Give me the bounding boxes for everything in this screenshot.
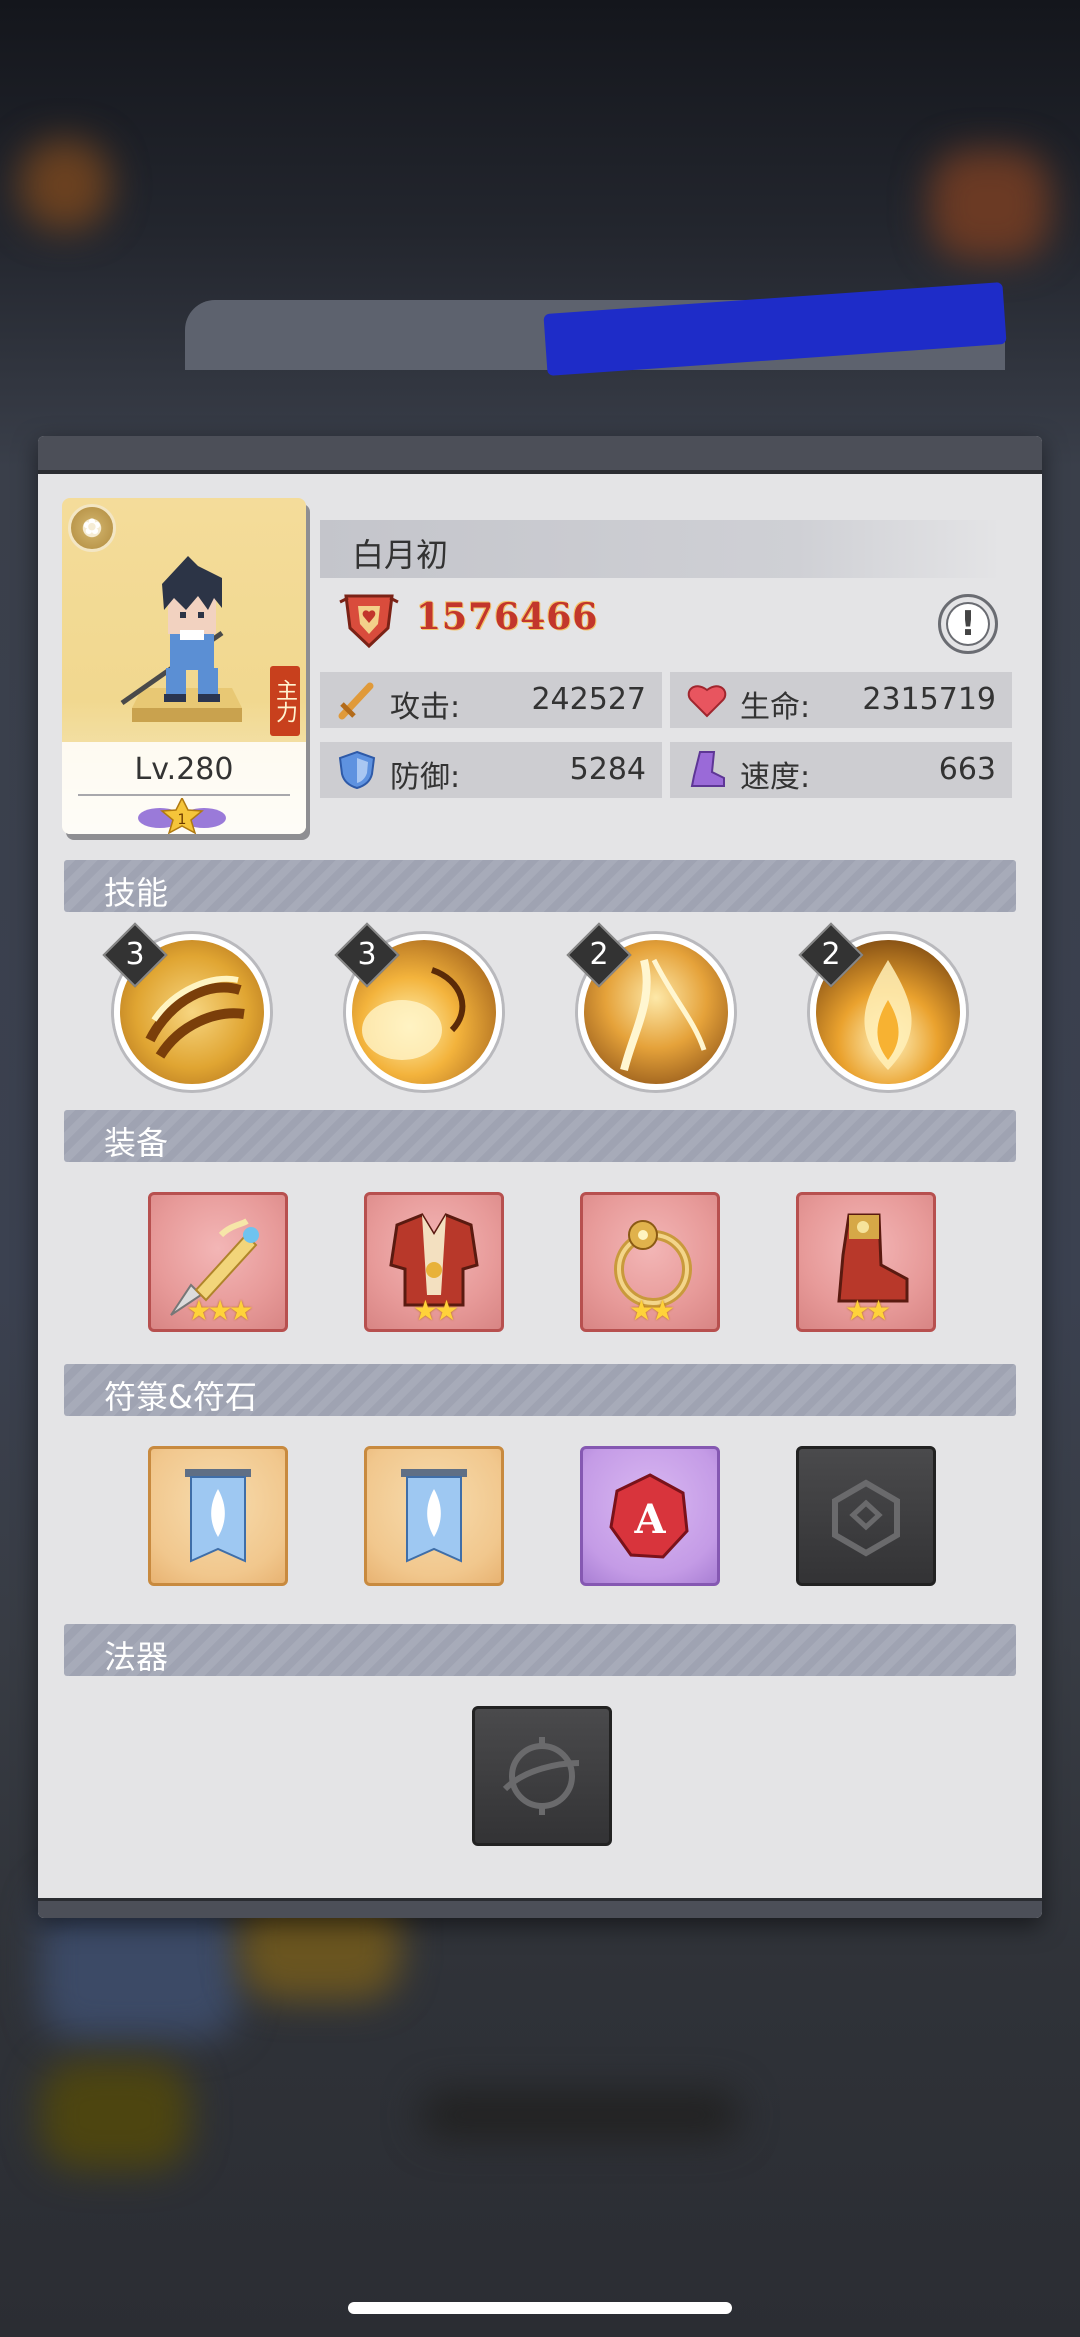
empty-artifact-icon [502,1737,580,1815]
section-header-artifact: 法器 [64,1624,1016,1676]
stat-attack-value: 242527 [531,682,646,717]
combat-power-value: 1576466 [416,596,599,638]
equipment-slot-armor[interactable]: ★★ [364,1192,504,1332]
talisman-banner-icon [401,1469,467,1563]
level-divider [78,794,290,796]
stat-attack-label: 攻击: [390,690,461,725]
combat-power-icon [339,594,399,649]
section-header-skills: 技能 [64,860,1016,912]
empty-slot-icon [832,1479,900,1557]
boot-icon [690,751,725,787]
combat-power-row: 1576466 [338,588,1018,650]
shield-icon [338,750,376,790]
rune-stone-slot-empty[interactable] [796,1446,936,1586]
talisman-slot-2[interactable] [364,1446,504,1586]
equipment-slot-ring[interactable]: ★★ [580,1192,720,1332]
section-header-talismans: 符箓&符石 [64,1364,1016,1416]
stat-speed-label: 速度: [740,760,811,795]
hero-name: 白月初 [352,536,449,574]
hero-level: Lv.280 [134,752,234,787]
skill-level-3: 2 [589,937,609,972]
equipment-slot-weapon[interactable]: ★★★ [148,1192,288,1332]
dialog-bottom-bar [38,1898,1042,1918]
stat-defense-label: 防御: [390,760,461,795]
section-title-artifact: 法器 [104,1638,169,1676]
hero-portrait-card[interactable]: ✿ 主力 Lv.280 1 [62,498,306,834]
skill-level-1: 3 [125,937,145,972]
equipment-stars-weapon: ★★★ [186,1294,253,1327]
star-rank-number: 1 [178,812,187,828]
equipment-stars-ring: ★★ [628,1294,675,1327]
dialog-top-bar [38,436,1042,474]
exclamation-icon: ! [960,604,976,644]
artifact-slot-empty[interactable] [472,1706,612,1846]
section-title-skills: 技能 [104,874,169,912]
hero-role-tag: 主力 [270,666,300,736]
stat-hp: 生命: 2315719 [670,672,1012,728]
stat-defense-value: 5284 [569,752,646,787]
section-header-equipment: 装备 [64,1110,1016,1162]
skill-level-4: 2 [821,937,841,972]
info-button[interactable]: ! [938,594,998,654]
home-indicator[interactable] [348,2302,732,2314]
rune-stone-slot[interactable]: A [580,1446,720,1586]
equipment-stars-boots: ★★ [844,1294,891,1327]
talisman-slot-1[interactable] [148,1446,288,1586]
equipment-slot-boots[interactable]: ★★ [796,1192,936,1332]
stat-hp-label: 生命: [740,690,811,725]
stat-hp-value: 2315719 [862,682,996,717]
stat-defense: 防御: 5284 [320,742,662,798]
star-rank-badge-icon: 1 [138,798,226,834]
stat-attack: 攻击: 242527 [320,672,662,728]
sword-icon [338,682,374,720]
section-title-talismans: 符箓&符石 [104,1378,257,1416]
section-title-equipment: 装备 [104,1124,169,1162]
hero-name-bar: 白月初 [320,520,1002,578]
heart-icon [687,685,727,718]
red-rune-stone-icon: A [609,1473,689,1559]
hero-level-box: Lv.280 1 [62,742,306,834]
talisman-banner-icon [185,1469,251,1563]
skill-level-2: 3 [357,937,377,972]
hero-sprite-image [120,556,242,722]
svg-text:A: A [633,1496,666,1543]
hero-detail-dialog: ✿ 主力 Lv.280 1 白月初 1576466 ! 攻击: 242527 生… [38,436,1042,1918]
equipment-stars-armor: ★★ [412,1294,459,1327]
stat-speed: 速度: 663 [670,742,1012,798]
stat-speed-value: 663 [938,752,996,787]
